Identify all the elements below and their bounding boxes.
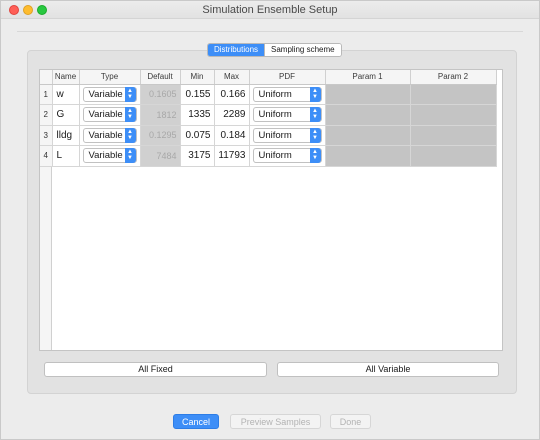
chevron-updown-icon: ▲ ▼ bbox=[124, 86, 136, 102]
default-cell: 1812 bbox=[140, 104, 181, 126]
type-select[interactable]: Variable ▲ ▼ bbox=[82, 86, 137, 102]
row-number: 4 bbox=[40, 145, 53, 167]
corner-cell bbox=[40, 70, 53, 85]
column-header-param2[interactable]: Param 2 bbox=[410, 70, 497, 85]
column-header-max[interactable]: Max bbox=[214, 70, 250, 85]
type-cell: Variable ▲ ▼ bbox=[79, 125, 141, 146]
parameters-table: Name Type Default Min Max PDF Param 1 Pa… bbox=[39, 69, 503, 351]
param-name-cell[interactable]: w bbox=[52, 84, 80, 105]
tab-sampling-scheme[interactable]: Sampling scheme bbox=[264, 44, 341, 56]
chevron-updown-icon: ▲ ▼ bbox=[309, 127, 321, 143]
done-button[interactable]: Done bbox=[330, 414, 371, 429]
cancel-button[interactable]: Cancel bbox=[173, 414, 219, 429]
param-name-cell[interactable]: L bbox=[52, 145, 80, 167]
param1-cell bbox=[325, 145, 411, 167]
pdf-select[interactable]: Uniform ▲ ▼ bbox=[252, 107, 322, 123]
param-name-cell[interactable]: G bbox=[52, 104, 80, 126]
column-header-name[interactable]: Name bbox=[52, 70, 80, 85]
max-cell[interactable]: 0.184 bbox=[214, 125, 250, 146]
param2-cell bbox=[410, 125, 497, 146]
column-header-min[interactable]: Min bbox=[180, 70, 215, 85]
row-number: 2 bbox=[40, 104, 53, 126]
tab-bar: Distributions Sampling scheme bbox=[207, 43, 342, 57]
default-cell: 7484 bbox=[140, 145, 181, 167]
param1-cell bbox=[325, 84, 411, 105]
pdf-cell: Uniform ▲ ▼ bbox=[249, 84, 326, 105]
row-number: 1 bbox=[40, 84, 53, 105]
chevron-updown-icon: ▲ ▼ bbox=[309, 107, 321, 123]
row-number: 3 bbox=[40, 125, 53, 146]
pdf-select[interactable]: Uniform ▲ ▼ bbox=[252, 86, 322, 102]
table-header-row: Name Type Default Min Max PDF Param 1 Pa… bbox=[40, 70, 497, 85]
chevron-updown-icon: ▲ ▼ bbox=[124, 148, 136, 164]
tab-distributions[interactable]: Distributions bbox=[208, 44, 265, 56]
type-select[interactable]: Variable ▲ ▼ bbox=[82, 127, 137, 143]
column-header-pdf[interactable]: PDF bbox=[249, 70, 326, 85]
column-header-default[interactable]: Default bbox=[140, 70, 181, 85]
pdf-select[interactable]: Uniform ▲ ▼ bbox=[252, 127, 322, 143]
all-variable-button[interactable]: All Variable bbox=[277, 362, 499, 377]
min-cell[interactable]: 0.075 bbox=[180, 125, 215, 146]
chevron-updown-icon: ▲ ▼ bbox=[124, 107, 136, 123]
title-bar: Simulation Ensemble Setup bbox=[1, 1, 539, 19]
dialog-window: Simulation Ensemble Setup Distributions … bbox=[0, 0, 540, 440]
max-cell[interactable]: 0.166 bbox=[214, 84, 250, 105]
all-fixed-button[interactable]: All Fixed bbox=[44, 362, 267, 377]
column-header-type[interactable]: Type bbox=[79, 70, 141, 85]
preview-samples-button[interactable]: Preview Samples bbox=[230, 414, 321, 429]
min-cell[interactable]: 1335 bbox=[180, 104, 215, 126]
param2-cell bbox=[410, 84, 497, 105]
type-cell: Variable ▲ ▼ bbox=[79, 84, 141, 105]
max-cell[interactable]: 11793 bbox=[214, 145, 250, 167]
type-select[interactable]: Variable ▲ ▼ bbox=[82, 107, 137, 123]
pdf-select[interactable]: Uniform ▲ ▼ bbox=[252, 148, 322, 164]
table-row: 2 G Variable ▲ ▼ 1812 1335 2289 Uniform ▲ ▼ bbox=[40, 104, 497, 126]
default-cell: 0.1605 bbox=[140, 84, 181, 105]
table-row: 1 w Variable ▲ ▼ 0.1605 0.155 0.166 Unifor… bbox=[40, 84, 497, 105]
type-cell: Variable ▲ ▼ bbox=[79, 104, 141, 126]
min-cell[interactable]: 0.155 bbox=[180, 84, 215, 105]
table-row: 3 lldg Variable ▲ ▼ 0.1295 0.075 0.184 Uni… bbox=[40, 125, 497, 146]
param1-cell bbox=[325, 125, 411, 146]
param1-cell bbox=[325, 104, 411, 126]
pdf-cell: Uniform ▲ ▼ bbox=[249, 125, 326, 146]
chevron-updown-icon: ▲ ▼ bbox=[309, 86, 321, 102]
type-cell: Variable ▲ ▼ bbox=[79, 145, 141, 167]
param-name-cell[interactable]: lldg bbox=[52, 125, 80, 146]
table-row: 4 L Variable ▲ ▼ 7484 3175 11793 Uniform ▲ ▼ bbox=[40, 145, 497, 167]
default-cell: 0.1295 bbox=[140, 125, 181, 146]
column-header-param1[interactable]: Param 1 bbox=[325, 70, 411, 85]
pdf-cell: Uniform ▲ ▼ bbox=[249, 145, 326, 167]
max-cell[interactable]: 2289 bbox=[214, 104, 250, 126]
min-cell[interactable]: 3175 bbox=[180, 145, 215, 167]
chevron-updown-icon: ▲ ▼ bbox=[309, 148, 321, 164]
window-title: Simulation Ensemble Setup bbox=[202, 4, 338, 16]
param2-cell bbox=[410, 104, 497, 126]
type-select[interactable]: Variable ▲ ▼ bbox=[82, 148, 137, 164]
pdf-cell: Uniform ▲ ▼ bbox=[249, 104, 326, 126]
param2-cell bbox=[410, 145, 497, 167]
chevron-updown-icon: ▲ ▼ bbox=[124, 127, 136, 143]
